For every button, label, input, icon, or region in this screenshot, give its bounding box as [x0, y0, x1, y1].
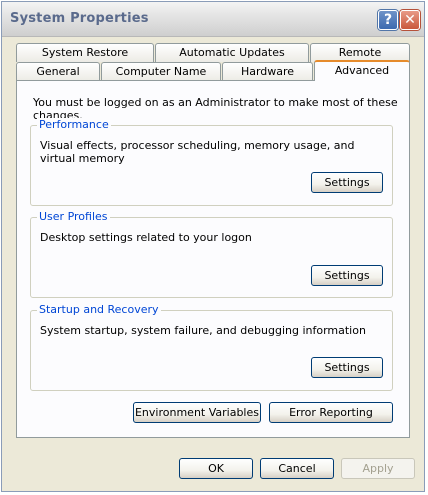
startup-recovery-description: System startup, system failure, and debu…	[40, 324, 366, 337]
performance-group-title: Performance	[37, 118, 111, 131]
tab-label: Automatic Updates	[179, 46, 285, 59]
startup-recovery-group-title: Startup and Recovery	[37, 303, 161, 316]
tab-label: Remote	[338, 46, 382, 59]
user-profiles-description: Desktop settings related to your logon	[40, 231, 252, 244]
tab-label: Advanced	[334, 64, 390, 77]
performance-settings-button[interactable]: Settings	[311, 172, 383, 193]
tab-automatic-updates[interactable]: Automatic Updates	[155, 43, 309, 62]
error-reporting-button[interactable]: Error Reporting	[269, 402, 393, 423]
cancel-button[interactable]: Cancel	[260, 458, 334, 479]
environment-variables-button[interactable]: Environment Variables	[133, 402, 261, 423]
startup-recovery-settings-button[interactable]: Settings	[311, 357, 383, 378]
startup-recovery-group: Startup and Recovery System startup, sys…	[30, 303, 393, 391]
tab-label: System Restore	[41, 46, 129, 59]
tab-advanced[interactable]: Advanced	[314, 60, 410, 81]
tab-label: General	[36, 65, 80, 78]
advanced-tab-panel: You must be logged on as an Administrato…	[16, 80, 410, 438]
close-icon[interactable]: ✕	[400, 10, 420, 30]
tab-computer-name[interactable]: Computer Name	[101, 62, 221, 81]
user-profiles-group: User Profiles Desktop settings related t…	[30, 210, 393, 298]
apply-button[interactable]: Apply	[341, 458, 415, 479]
tab-system-restore[interactable]: System Restore	[16, 43, 154, 62]
performance-description: Visual effects, processor scheduling, me…	[40, 139, 355, 165]
user-profiles-settings-button[interactable]: Settings	[311, 265, 383, 286]
performance-group: Performance Visual effects, processor sc…	[30, 118, 393, 206]
system-properties-window: System Properties ? ✕ System Restore Aut…	[1, 1, 425, 492]
user-profiles-group-title: User Profiles	[37, 210, 110, 223]
tab-label: Computer Name	[115, 65, 207, 78]
tab-label: Hardware	[240, 65, 295, 78]
ok-button[interactable]: OK	[179, 458, 253, 479]
tab-hardware[interactable]: Hardware	[222, 62, 313, 81]
tab-general[interactable]: General	[16, 62, 100, 81]
help-icon[interactable]: ?	[378, 10, 398, 30]
title-bar[interactable]: System Properties ? ✕	[2, 2, 424, 37]
window-title: System Properties	[10, 11, 149, 26]
